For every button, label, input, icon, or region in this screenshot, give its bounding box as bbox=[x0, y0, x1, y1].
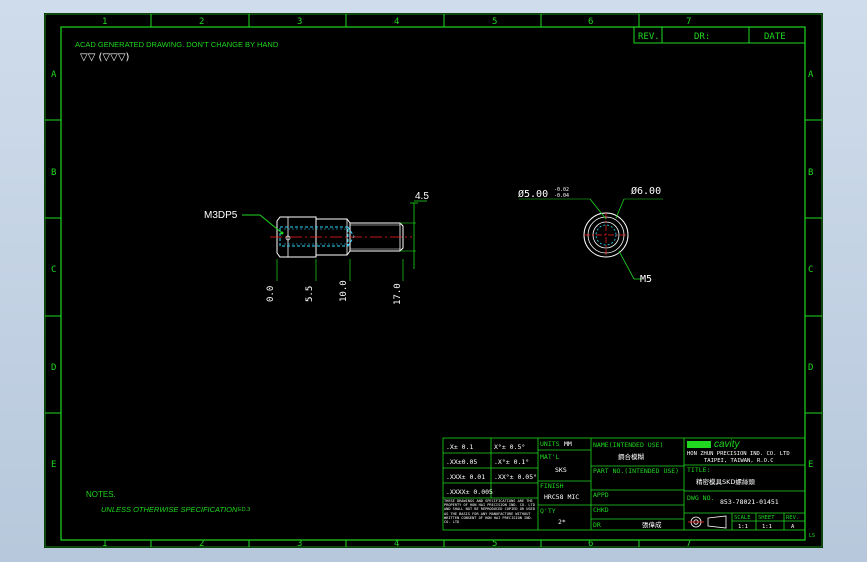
company-logo: cavity bbox=[714, 439, 741, 450]
projection-symbol-icon bbox=[688, 515, 727, 529]
row-label-e: E bbox=[51, 460, 56, 470]
col-label-2: 2 bbox=[199, 17, 204, 27]
tol-angle-1: X°± 0.5° bbox=[494, 443, 525, 451]
tol-1: .X± 0.1 bbox=[446, 443, 473, 451]
ord-10: 10.0 bbox=[339, 280, 349, 302]
screw-side-view bbox=[270, 216, 412, 258]
partno-label: PART NO.(INTENDED USE) bbox=[593, 467, 679, 475]
dr-field-value: 張偉成 bbox=[642, 520, 662, 529]
qty-value: 2* bbox=[558, 518, 566, 526]
row-label-c-right: C bbox=[808, 265, 813, 275]
date-label: DATE bbox=[764, 32, 786, 42]
title-value: 精密模具SKD螺絲頭 bbox=[696, 477, 755, 486]
ord-5-5: 5.5 bbox=[305, 286, 315, 302]
col-label-5: 5 bbox=[492, 17, 497, 27]
inner-border bbox=[60, 26, 806, 541]
company-line2: TAIPEI, TAIWAN, R.O.C bbox=[704, 458, 774, 464]
row-label-e-right: E bbox=[808, 460, 813, 470]
company-logo-mark bbox=[687, 441, 711, 448]
column-labels-top: 1 2 3 4 5 6 7 bbox=[102, 17, 691, 27]
dim-length-top-text: 4.5 bbox=[415, 191, 429, 202]
col-label-3-bottom: 3 bbox=[297, 539, 302, 548]
col-label-4-bottom: 4 bbox=[394, 539, 399, 548]
ord-0: 0.0 bbox=[266, 286, 276, 302]
notes-title: NOTES. bbox=[86, 490, 116, 499]
tol-2: .XX±0.05 bbox=[446, 458, 477, 466]
col-label-1-bottom: 1 bbox=[102, 539, 107, 548]
row-label-d: D bbox=[51, 363, 56, 373]
col-label-5-bottom: 5 bbox=[492, 539, 497, 548]
dim-length-top: 4.5 bbox=[400, 191, 429, 269]
qty-label: Q'TY bbox=[540, 507, 556, 515]
ordinate-dims bbox=[276, 259, 404, 281]
title-label: TITLE: bbox=[687, 466, 710, 474]
tol-4: .XXXX± 0.005 bbox=[446, 488, 493, 496]
appd-label: APPD bbox=[593, 491, 609, 499]
notes-suffix: ED.3 bbox=[238, 507, 250, 513]
col-label-1: 1 bbox=[102, 17, 107, 27]
dia-small-tol-lower: -0.04 bbox=[554, 193, 569, 199]
revision-block: REV. DR: DATE bbox=[633, 26, 806, 44]
row-label-c: C bbox=[51, 265, 56, 275]
matl-value: SKS bbox=[555, 466, 567, 474]
corner-mark: LS bbox=[809, 533, 815, 539]
ordinate-labels: 0.0 5.5 10.0 17.0 bbox=[266, 280, 403, 305]
dr-field-label: DR bbox=[593, 521, 601, 529]
dwg-label: DWG NO. bbox=[687, 494, 714, 502]
col-label-6-bottom: 6 bbox=[588, 539, 593, 548]
units-value: MM bbox=[564, 440, 572, 448]
surface-finish-symbol: ▽▽ (▽▽▽) bbox=[80, 52, 130, 63]
disclaimer-text: THESE DRAWINGS AND SPECIFICATIONS ARE TH… bbox=[444, 499, 535, 525]
row-label-b-right: B bbox=[808, 168, 813, 178]
col-label-3: 3 bbox=[297, 17, 302, 27]
company-line1: HON ZHUN PRECISION IND. CO. LTD bbox=[687, 451, 790, 457]
scale-label: SCALE bbox=[734, 515, 751, 521]
tol-angle-3: .XX°± 0.05° bbox=[494, 473, 537, 481]
finish-label: FINISH bbox=[540, 482, 564, 490]
tol-angle-2: .X°± 0.1° bbox=[494, 458, 529, 466]
rev-label: REV. bbox=[638, 32, 660, 42]
ord-17: 17.0 bbox=[393, 283, 403, 305]
scale-value: 1:1 bbox=[738, 524, 748, 530]
units-label: UNITS bbox=[540, 440, 560, 448]
dia-small-text: Ø5.00 bbox=[518, 188, 548, 200]
thread-callout-text: M3DP5 bbox=[204, 210, 238, 221]
notes-line: UNLESS OTHERWISE SPECIFICATION bbox=[101, 505, 238, 514]
name-label: NAME(INTENDED USE) bbox=[593, 441, 663, 449]
finish-value: HRC58 MIC bbox=[544, 493, 579, 501]
dwg-value: 853-78021-01451 bbox=[720, 498, 779, 506]
chkd-label: CHKD bbox=[593, 506, 609, 514]
title-block-fields: UNITS MM MAT'L SKS FINISH HRC58 MIC Q'TY… bbox=[540, 439, 799, 530]
name-value: 鋼合模糊 bbox=[618, 452, 645, 461]
dia-large-text: Ø6.00 bbox=[631, 185, 661, 197]
disclaimer-box: THESE DRAWINGS AND SPECIFICATIONS ARE TH… bbox=[444, 499, 535, 525]
col-label-7: 7 bbox=[686, 17, 691, 27]
rev-value: A bbox=[791, 524, 795, 530]
row-label-a-right: A bbox=[808, 70, 814, 80]
dr-label: DR: bbox=[694, 32, 710, 42]
sheet-label: SHEET bbox=[758, 515, 775, 521]
screw-end-view bbox=[519, 198, 663, 280]
col-label-4: 4 bbox=[394, 17, 399, 27]
row-labels: A B C D E A B C D E bbox=[51, 70, 814, 470]
row-label-a: A bbox=[51, 70, 57, 80]
drawing-sheet: 1 2 3 4 5 6 7 1 2 3 4 5 6 7 A B C D E A … bbox=[44, 13, 823, 549]
col-label-2-bottom: 2 bbox=[199, 539, 204, 548]
row-label-b: B bbox=[51, 168, 56, 178]
col-label-7-bottom: 7 bbox=[686, 539, 691, 548]
rev-field-label: REV. bbox=[786, 515, 799, 521]
tolerance-table: .X± 0.1 .XX±0.05 .XXX± 0.01 .XXXX± 0.005… bbox=[446, 443, 537, 496]
col-label-6: 6 bbox=[588, 17, 593, 27]
sheet-value: 1:1 bbox=[762, 524, 772, 530]
thread-callout: M3DP5 bbox=[204, 210, 284, 235]
tol-3: .XXX± 0.01 bbox=[446, 473, 485, 481]
row-label-d-right: D bbox=[808, 363, 813, 373]
thread-end-text: M5 bbox=[640, 274, 652, 285]
matl-label: MAT'L bbox=[540, 453, 560, 461]
header-note: ACAD GENERATED DRAWING. DON'T CHANGE BY … bbox=[75, 40, 279, 49]
